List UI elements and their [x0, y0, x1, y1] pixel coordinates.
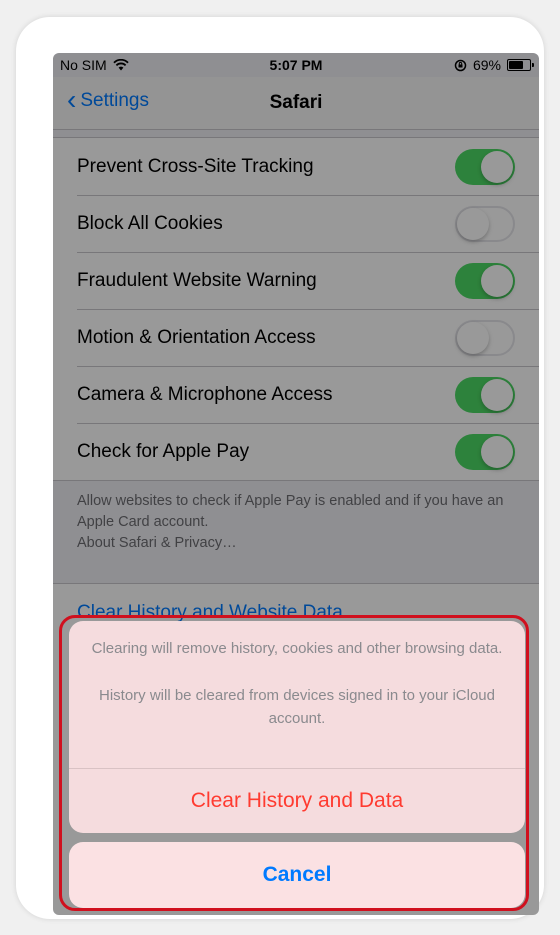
action-sheet-message: Clearing will remove history, cookies an… [89, 637, 505, 754]
action-sheet-highlight: Clearing will remove history, cookies an… [59, 615, 529, 911]
message-line-2: History will be cleared from devices sig… [98, 687, 495, 727]
action-sheet: Clearing will remove history, cookies an… [69, 621, 525, 833]
phone-screen: No SIM 5:07 PM 69% ‹ Settings Safari Pre… [53, 53, 539, 915]
cancel-button[interactable]: Cancel [69, 842, 525, 908]
device-frame: No SIM 5:07 PM 69% ‹ Settings Safari Pre… [16, 17, 544, 919]
message-line-1: Clearing will remove history, cookies an… [91, 640, 503, 657]
clear-history-data-button[interactable]: Clear History and Data [69, 769, 525, 833]
